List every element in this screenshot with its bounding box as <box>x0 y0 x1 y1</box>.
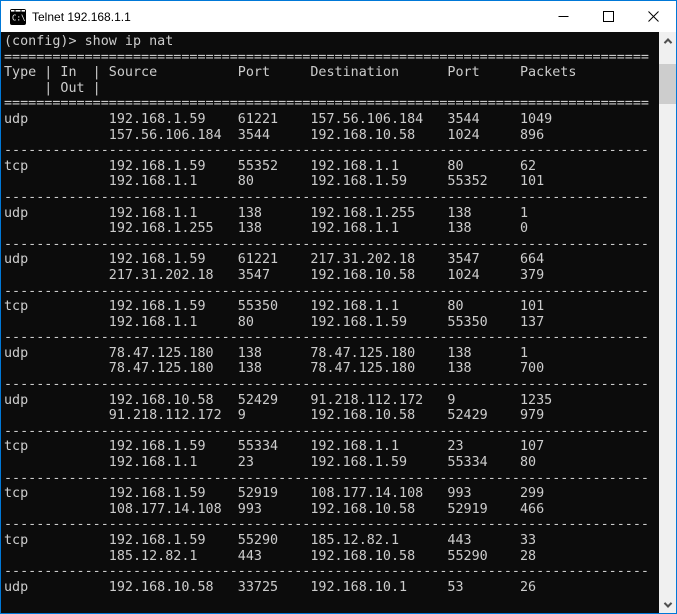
close-button[interactable] <box>631 1 676 32</box>
vertical-scrollbar[interactable] <box>659 32 676 613</box>
minimize-icon <box>558 16 569 17</box>
chevron-down-icon <box>663 598 672 608</box>
maximize-button[interactable] <box>586 1 631 32</box>
terminal-output[interactable]: (config)> show ip nat ==================… <box>1 32 659 613</box>
terminal-body: (config)> show ip nat ==================… <box>1 32 676 613</box>
minimize-button[interactable] <box>541 1 586 32</box>
scrollbar-thumb[interactable] <box>659 64 676 104</box>
window-title: Telnet 192.168.1.1 <box>32 9 131 24</box>
chevron-up-icon <box>663 37 672 47</box>
close-icon <box>648 11 659 22</box>
window-controls <box>541 1 676 32</box>
titlebar[interactable]: C:\ Telnet 192.168.1.1 <box>1 1 676 32</box>
scroll-down-button[interactable] <box>659 596 676 613</box>
svg-text:C:\: C:\ <box>12 13 26 22</box>
telnet-window: C:\ Telnet 192.168.1.1 (config)> show ip… <box>0 0 677 614</box>
console-app-icon: C:\ <box>10 8 26 25</box>
scroll-up-button[interactable] <box>659 32 676 49</box>
maximize-icon <box>603 11 614 22</box>
